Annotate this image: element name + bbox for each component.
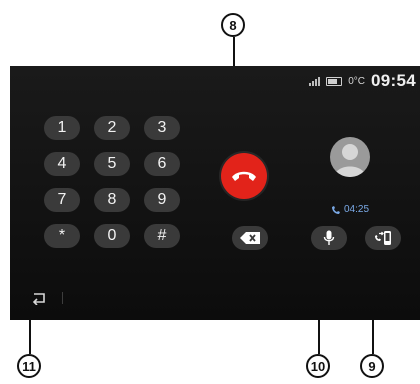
callout-11: 11 (17, 354, 41, 378)
callout-9: 9 (360, 354, 384, 378)
phone-transfer-icon (375, 231, 391, 245)
key-9[interactable]: 9 (144, 188, 180, 212)
clock: 09:54 (371, 71, 416, 90)
status-bar: 0°C 09:54 (309, 71, 416, 90)
backspace-button[interactable] (232, 226, 268, 250)
phone-hangup-icon (232, 171, 256, 181)
backspace-icon (240, 232, 260, 244)
contact-avatar-icon (330, 137, 370, 177)
back-button[interactable] (27, 288, 51, 308)
key-7[interactable]: 7 (44, 188, 80, 212)
key-8[interactable]: 8 (94, 188, 130, 212)
hang-up-button[interactable] (221, 153, 267, 199)
key-0[interactable]: 0 (94, 224, 130, 248)
phone-call-screen: 0°C 09:54 1 2 3 4 5 6 7 8 9 * 0 # 04:25 (10, 66, 420, 320)
key-hash[interactable]: # (144, 224, 180, 248)
signal-icon (309, 76, 321, 86)
key-star[interactable]: * (44, 224, 80, 248)
key-4[interactable]: 4 (44, 152, 80, 176)
bottom-divider (62, 292, 63, 304)
temperature-readout: 0°C (348, 75, 366, 87)
key-3[interactable]: 3 (144, 116, 180, 140)
mute-microphone-button[interactable] (311, 226, 347, 250)
callout-8: 8 (221, 13, 245, 37)
call-timer: 04:25 (331, 204, 369, 215)
key-2[interactable]: 2 (94, 116, 130, 140)
battery-icon (326, 76, 343, 86)
key-5[interactable]: 5 (94, 152, 130, 176)
phone-active-icon (332, 205, 340, 214)
back-arrow-icon (32, 293, 45, 305)
microphone-icon (323, 230, 335, 245)
transfer-call-button[interactable] (365, 226, 401, 250)
key-6[interactable]: 6 (144, 152, 180, 176)
callout-10: 10 (306, 354, 330, 378)
key-1[interactable]: 1 (44, 116, 80, 140)
call-duration: 04:25 (344, 204, 370, 215)
